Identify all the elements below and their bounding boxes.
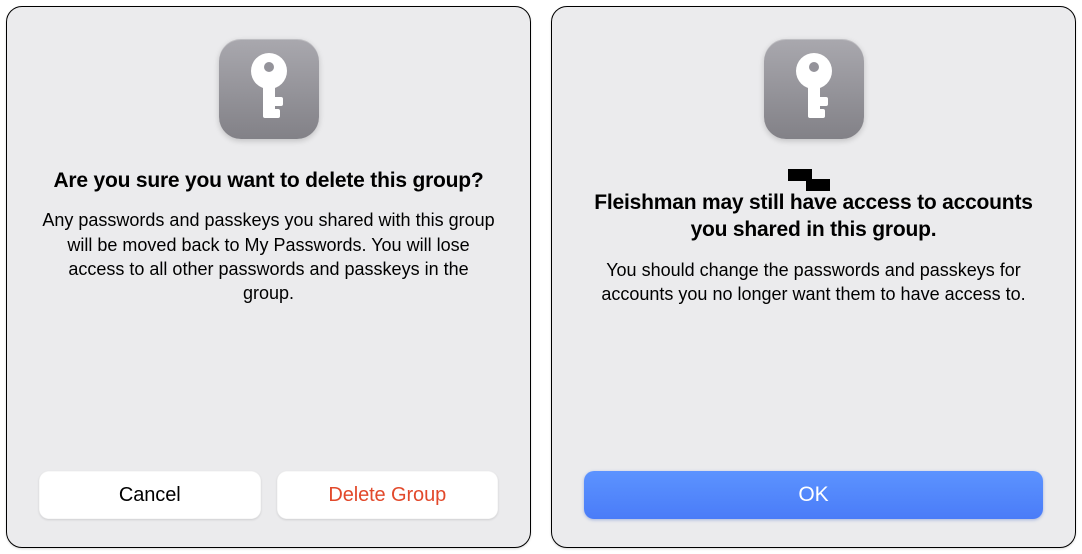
delete-group-button[interactable]: Delete Group	[277, 471, 499, 519]
dialog-title-text: Are you sure you want to delete this gro…	[53, 167, 483, 194]
key-icon	[787, 53, 841, 125]
member-access-warning-dialog: Fleishman may still have access to accou…	[551, 6, 1076, 548]
passwords-app-icon	[219, 39, 319, 139]
button-row: Cancel Delete Group	[39, 471, 498, 519]
dialog-body: You should change the passwords and pass…	[584, 258, 1043, 307]
dialog-title: Fleishman may still have access to accou…	[584, 167, 1043, 244]
dialog-title: Are you sure you want to delete this gro…	[53, 167, 483, 194]
dialog-title-text: Fleishman may still have access to accou…	[590, 189, 1037, 244]
key-icon	[242, 53, 296, 125]
dialog-body: Any passwords and passkeys you shared wi…	[39, 208, 498, 305]
ok-button[interactable]: OK	[584, 471, 1043, 519]
delete-group-confirm-dialog: Are you sure you want to delete this gro…	[6, 6, 531, 548]
button-row: OK	[584, 471, 1043, 519]
cancel-button[interactable]: Cancel	[39, 471, 261, 519]
redacted-name-icon	[788, 169, 830, 191]
passwords-app-icon	[764, 39, 864, 139]
